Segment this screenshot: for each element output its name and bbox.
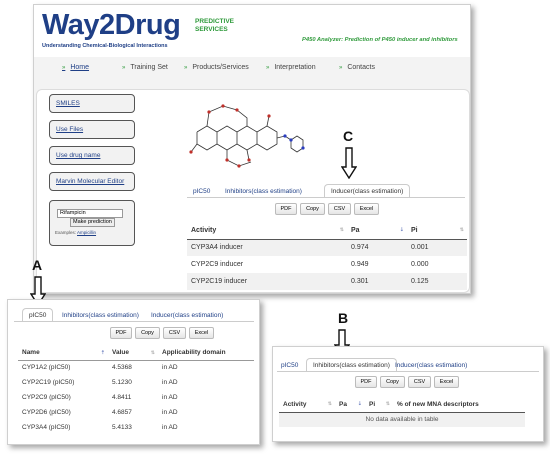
use-drug-name-button[interactable]: Use drug name bbox=[49, 146, 135, 165]
bullet-icon: » bbox=[122, 65, 126, 71]
copy-button[interactable]: Copy bbox=[300, 203, 325, 215]
bullet-icon: » bbox=[266, 65, 270, 71]
nav-interpretation-label: Interpretation bbox=[274, 64, 316, 71]
tab-divider bbox=[187, 197, 465, 198]
nav-training-set[interactable]: » Training Set bbox=[122, 64, 168, 71]
content-area: SMILES Use Files Use drug name Marvin Mo… bbox=[36, 89, 470, 293]
inhibitor-table: Activity ⇅ Pa ⇣ Pi ⇅ % of new MNA descripto… bbox=[279, 397, 525, 427]
examples-line: Examples: Ampicillin bbox=[55, 230, 96, 235]
pdf-button[interactable]: PDF bbox=[275, 203, 297, 215]
pic50-panel: pIC50 Inhibitors(class estimation) Induc… bbox=[7, 299, 260, 445]
table-row: CYP2C19 inducer 0.301 0.125 bbox=[187, 273, 467, 290]
nav-contacts[interactable]: » Contacts bbox=[339, 64, 375, 71]
sort-icon: ⇅ bbox=[150, 349, 155, 356]
excel-button[interactable]: Excel bbox=[434, 376, 459, 388]
csv-button[interactable]: CSV bbox=[408, 376, 431, 388]
example-link[interactable]: Ampicillin bbox=[77, 230, 96, 235]
copy-button[interactable]: Copy bbox=[135, 327, 160, 339]
tab-divider bbox=[14, 321, 254, 322]
bullet-icon: » bbox=[339, 65, 343, 71]
drug-name-input[interactable]: Rifampicin bbox=[57, 209, 123, 218]
col-pi[interactable]: Pi ⇅ bbox=[365, 397, 393, 413]
make-prediction-button[interactable]: Make prediction bbox=[70, 218, 115, 227]
excel-button[interactable]: Excel bbox=[189, 327, 214, 339]
sort-asc-icon: ⇡ bbox=[100, 349, 105, 356]
drug-name-form: Rifampicin Make prediction Examples: Amp… bbox=[49, 200, 135, 246]
use-files-button[interactable]: Use Files bbox=[49, 120, 135, 139]
nav-products-label: Products/Services bbox=[192, 64, 249, 71]
main-panel: Way2Drug PREDICTIVE SERVICES Understandi… bbox=[33, 4, 471, 294]
molecule-structure-image bbox=[189, 104, 305, 168]
col-name[interactable]: Name ⇡ bbox=[18, 346, 108, 361]
analyzer-title: P450 Analyzer: Prediction of P450 induce… bbox=[302, 37, 458, 43]
inhibitors-panel: pIC50 Inhibitors(class estimation) Induc… bbox=[272, 346, 544, 442]
excel-button[interactable]: Excel bbox=[354, 203, 379, 215]
tab-inhibitors[interactable]: Inhibitors(class estimation) bbox=[225, 188, 302, 195]
tab-inhibitors[interactable]: Inhibitors(class estimation) bbox=[306, 358, 397, 372]
pic50-table: Name ⇡ Value ⇅ Applicability domain CYP1A2… bbox=[18, 346, 254, 435]
sort-desc-icon: ⇣ bbox=[357, 401, 362, 408]
pdf-button[interactable]: PDF bbox=[110, 327, 132, 339]
table-row: CYP3A4 (pIC50) 5.4133 in AD bbox=[22, 424, 178, 431]
callout-c-arrow-icon bbox=[341, 147, 357, 179]
col-activity[interactable]: Activity ⇅ bbox=[279, 397, 335, 413]
table-row: CYP2D6 (pIC50) 4.6857 in AD bbox=[22, 409, 178, 416]
smiles-button[interactable]: SMILES bbox=[49, 94, 135, 113]
callout-a-label: A bbox=[32, 257, 43, 273]
main-nav: » Home » Training Set » Products/Services »… bbox=[34, 61, 470, 77]
callout-b-label: B bbox=[338, 310, 349, 326]
sort-desc-icon: ⇣ bbox=[399, 227, 404, 234]
bullet-icon: » bbox=[184, 65, 188, 71]
marvin-editor-button[interactable]: Marvin Molecular Editor bbox=[49, 172, 135, 191]
nav-home-label: Home bbox=[70, 64, 90, 71]
callout-c-label: C bbox=[343, 128, 354, 144]
table-row: CYP3A4 inducer 0.974 0.001 bbox=[187, 239, 467, 256]
logo-sub-line-2: SERVICES bbox=[195, 25, 228, 33]
tagline: Understanding Chemical-Biological Intera… bbox=[42, 43, 168, 49]
tab-divider bbox=[277, 371, 539, 372]
csv-button[interactable]: CSV bbox=[163, 327, 186, 339]
col-pa[interactable]: Pa ⇣ bbox=[335, 397, 365, 413]
tab-pic50[interactable]: pIC50 bbox=[22, 308, 54, 322]
tab-pic50[interactable]: pIC50 bbox=[193, 188, 210, 195]
table-row: CYP2C9 inducer 0.949 0.000 bbox=[191, 261, 429, 268]
nav-training-set-label: Training Set bbox=[130, 64, 168, 71]
examples-label: Examples: bbox=[55, 230, 77, 235]
sort-icon: ⇅ bbox=[459, 227, 464, 234]
sort-icon: ⇅ bbox=[339, 227, 344, 234]
logo-sub-line-1: PREDICTIVE bbox=[195, 18, 235, 25]
tab-pic50[interactable]: pIC50 bbox=[281, 362, 298, 369]
site-header: Way2Drug PREDICTIVE SERVICES Understandi… bbox=[34, 5, 470, 57]
inducer-table: Activity ⇅ Pa ⇣ Pi ⇅ CYP3A4 inducer 0.974 0.0… bbox=[187, 222, 467, 290]
empty-row: No data available in table bbox=[279, 412, 525, 427]
sort-icon: ⇅ bbox=[385, 401, 390, 408]
table-row: CYP2C19 (pIC50) 5.1230 in AD bbox=[22, 379, 178, 386]
nav-home[interactable]: » Home bbox=[62, 64, 89, 71]
tab-inhibitors[interactable]: Inhibitors(class estimation) bbox=[62, 312, 139, 319]
col-value[interactable]: Value ⇅ bbox=[108, 346, 158, 361]
col-applicability[interactable]: Applicability domain bbox=[158, 346, 254, 361]
col-pa[interactable]: Pa ⇣ bbox=[347, 222, 407, 240]
nav-contacts-label: Contacts bbox=[347, 64, 375, 71]
bullet-icon: » bbox=[62, 65, 66, 71]
tab-inducer[interactable]: Inducer(class estimation) bbox=[324, 184, 411, 198]
copy-button[interactable]: Copy bbox=[380, 376, 405, 388]
col-pi[interactable]: Pi ⇅ bbox=[407, 222, 467, 240]
nav-interpretation[interactable]: » Interpretation bbox=[266, 64, 316, 71]
logo[interactable]: Way2Drug bbox=[42, 9, 181, 41]
empty-message: No data available in table bbox=[365, 416, 439, 424]
col-mna-descriptors[interactable]: % of new MNA descriptors bbox=[393, 397, 525, 413]
table-row: CYP1A2 (pIC50) 4.5368 in AD bbox=[22, 364, 178, 372]
col-activity[interactable]: Activity ⇅ bbox=[187, 222, 347, 240]
tab-inducer[interactable]: Inducer(class estimation) bbox=[151, 312, 223, 319]
nav-products[interactable]: » Products/Services bbox=[184, 64, 249, 71]
csv-button[interactable]: CSV bbox=[328, 203, 351, 215]
pdf-button[interactable]: PDF bbox=[355, 376, 377, 388]
logo-subtitle: PREDICTIVE SERVICES bbox=[195, 18, 234, 33]
tab-inducer[interactable]: Inducer(class estimation) bbox=[395, 362, 467, 369]
table-row: CYP2C9 (pIC50) 4.8411 in AD bbox=[22, 394, 178, 401]
sort-icon: ⇅ bbox=[327, 401, 332, 408]
